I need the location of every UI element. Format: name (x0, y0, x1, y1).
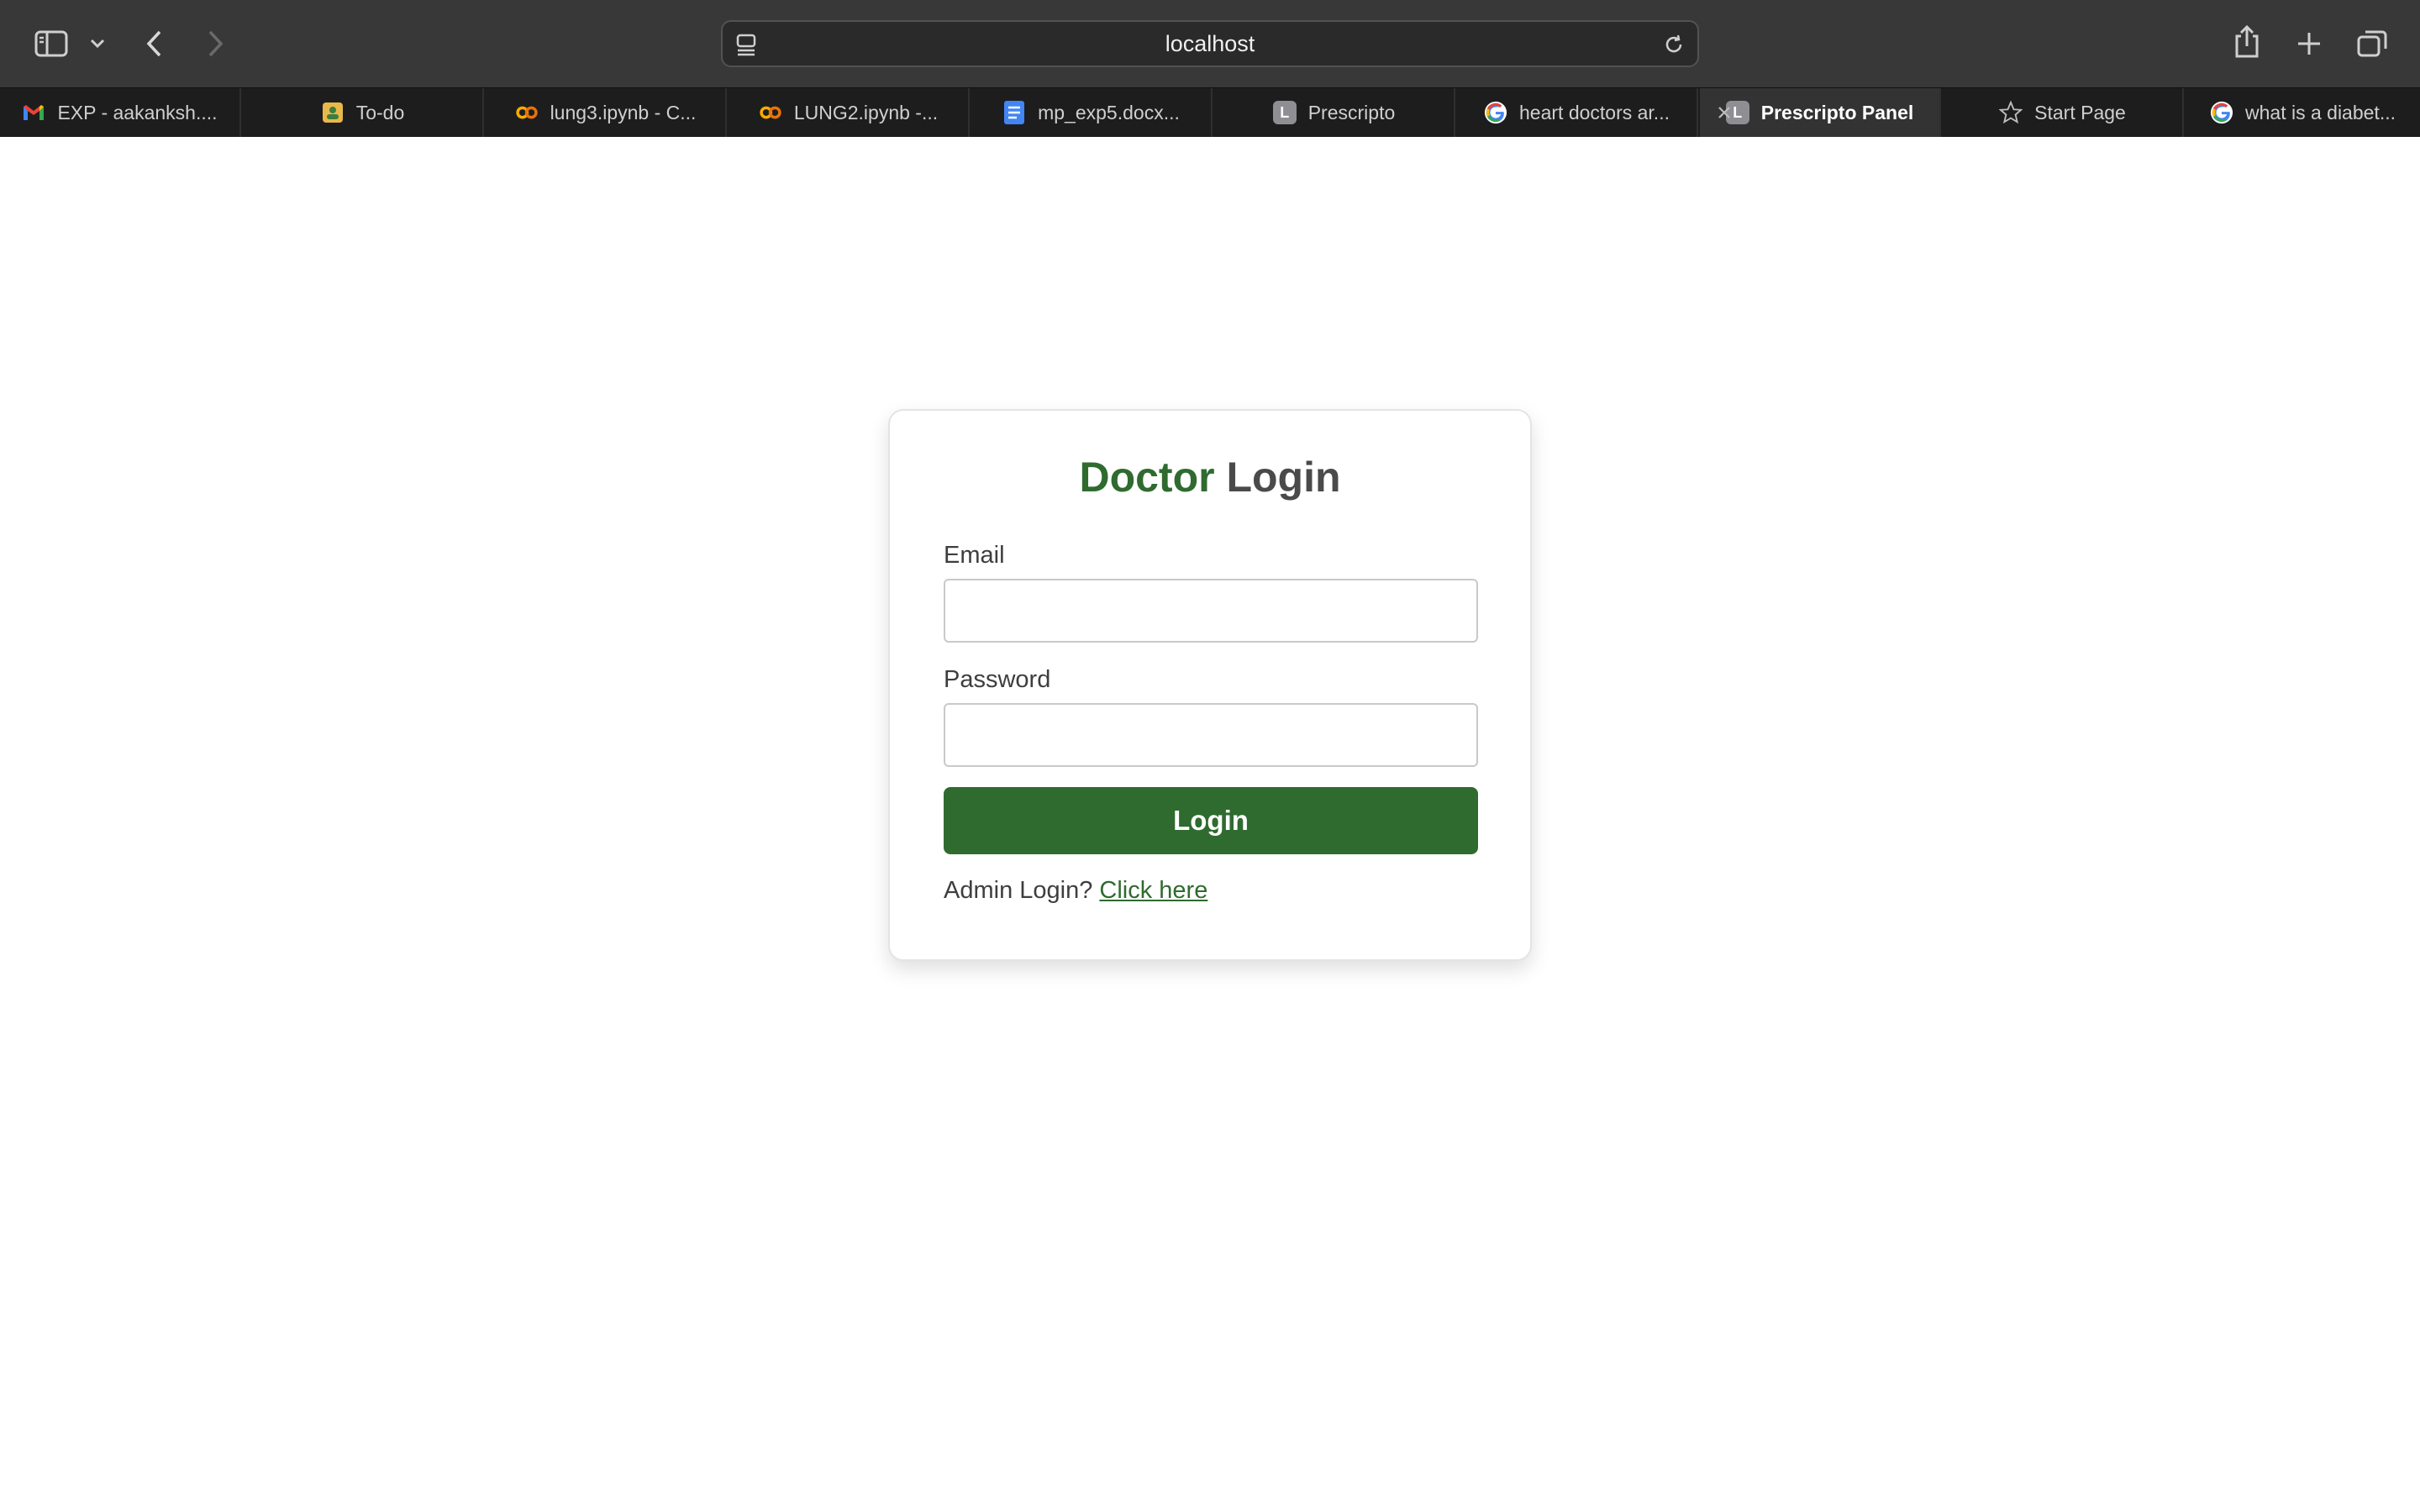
tab-label: heart doctors ar... (1519, 101, 1670, 123)
address-text: localhost (1165, 30, 1255, 56)
tab-diabetes-search[interactable]: what is a diabet... (2186, 88, 2420, 137)
tab-label: EXP - aakanksh.... (57, 101, 218, 123)
reload-icon[interactable] (1660, 32, 1687, 57)
login-card: Doctor Login Email Password Login Admin … (888, 409, 1532, 961)
tab-label: LUNG2.ipynb -... (793, 101, 939, 123)
google-icon (1484, 101, 1507, 124)
close-icon[interactable] (1712, 100, 1737, 125)
email-label: Email (944, 542, 1005, 569)
colab-icon (515, 101, 539, 124)
sidebar-toggle-icon[interactable] (34, 29, 69, 59)
back-icon[interactable] (139, 25, 170, 62)
tab-label: To-do (355, 101, 405, 123)
todo-icon (321, 101, 345, 124)
gmail-icon (22, 101, 45, 124)
tab-todo[interactable]: To-do (243, 88, 484, 137)
password-field[interactable] (944, 703, 1478, 767)
tab-label: Prescripto Panel (1760, 101, 1914, 123)
admin-login-prompt: Admin Login? (944, 877, 1100, 904)
browser-toolbar: localhost (0, 0, 2420, 87)
address-bar[interactable]: localhost (721, 20, 1699, 67)
title-accent: Doctor (1079, 454, 1215, 501)
password-label: Password (944, 666, 1051, 693)
google-icon (2210, 101, 2233, 124)
share-icon[interactable] (2230, 24, 2264, 60)
tab-overview-icon[interactable] (2354, 27, 2390, 60)
tab-start-page[interactable]: Start Page (1943, 88, 2184, 137)
letter-l-icon: L (1272, 101, 1297, 124)
docs-icon (1002, 101, 1026, 124)
star-icon (1999, 100, 2023, 124)
tab-label: mp_exp5.docx... (1038, 101, 1180, 123)
colab-icon (759, 101, 782, 124)
chevron-down-icon[interactable] (87, 34, 108, 54)
new-tab-icon[interactable] (2292, 27, 2326, 60)
tab-gmail[interactable]: EXP - aakanksh.... (0, 88, 241, 137)
tab-label: Start Page (2034, 101, 2126, 123)
tab-lung3[interactable]: lung3.ipynb - C... (486, 88, 727, 137)
page-title: Doctor Login (890, 453, 1530, 501)
forward-icon[interactable] (200, 25, 230, 62)
tab-prescripto-panel[interactable]: L Prescripto Panel (1700, 88, 1941, 137)
admin-login-link[interactable]: Click here (1099, 877, 1207, 904)
tab-label: what is a diabet... (2245, 101, 2396, 123)
tab-strip: EXP - aakanksh.... To-do lung3.ipynb - C… (0, 87, 2420, 137)
title-rest: Login (1214, 454, 1341, 501)
tab-lung2[interactable]: LUNG2.ipynb -... (729, 88, 970, 137)
tab-prescripto[interactable]: L Prescripto (1214, 88, 1455, 137)
login-button[interactable]: Login (944, 787, 1478, 854)
email-field[interactable] (944, 579, 1478, 643)
tab-label: lung3.ipynb - C... (550, 101, 697, 123)
tab-label: Prescripto (1307, 101, 1396, 123)
admin-login-line: Admin Login? Click here (944, 877, 1207, 905)
tab-heart-doctors[interactable]: heart doctors ar... (1457, 88, 1698, 137)
tab-docs[interactable]: mp_exp5.docx... (971, 88, 1213, 137)
